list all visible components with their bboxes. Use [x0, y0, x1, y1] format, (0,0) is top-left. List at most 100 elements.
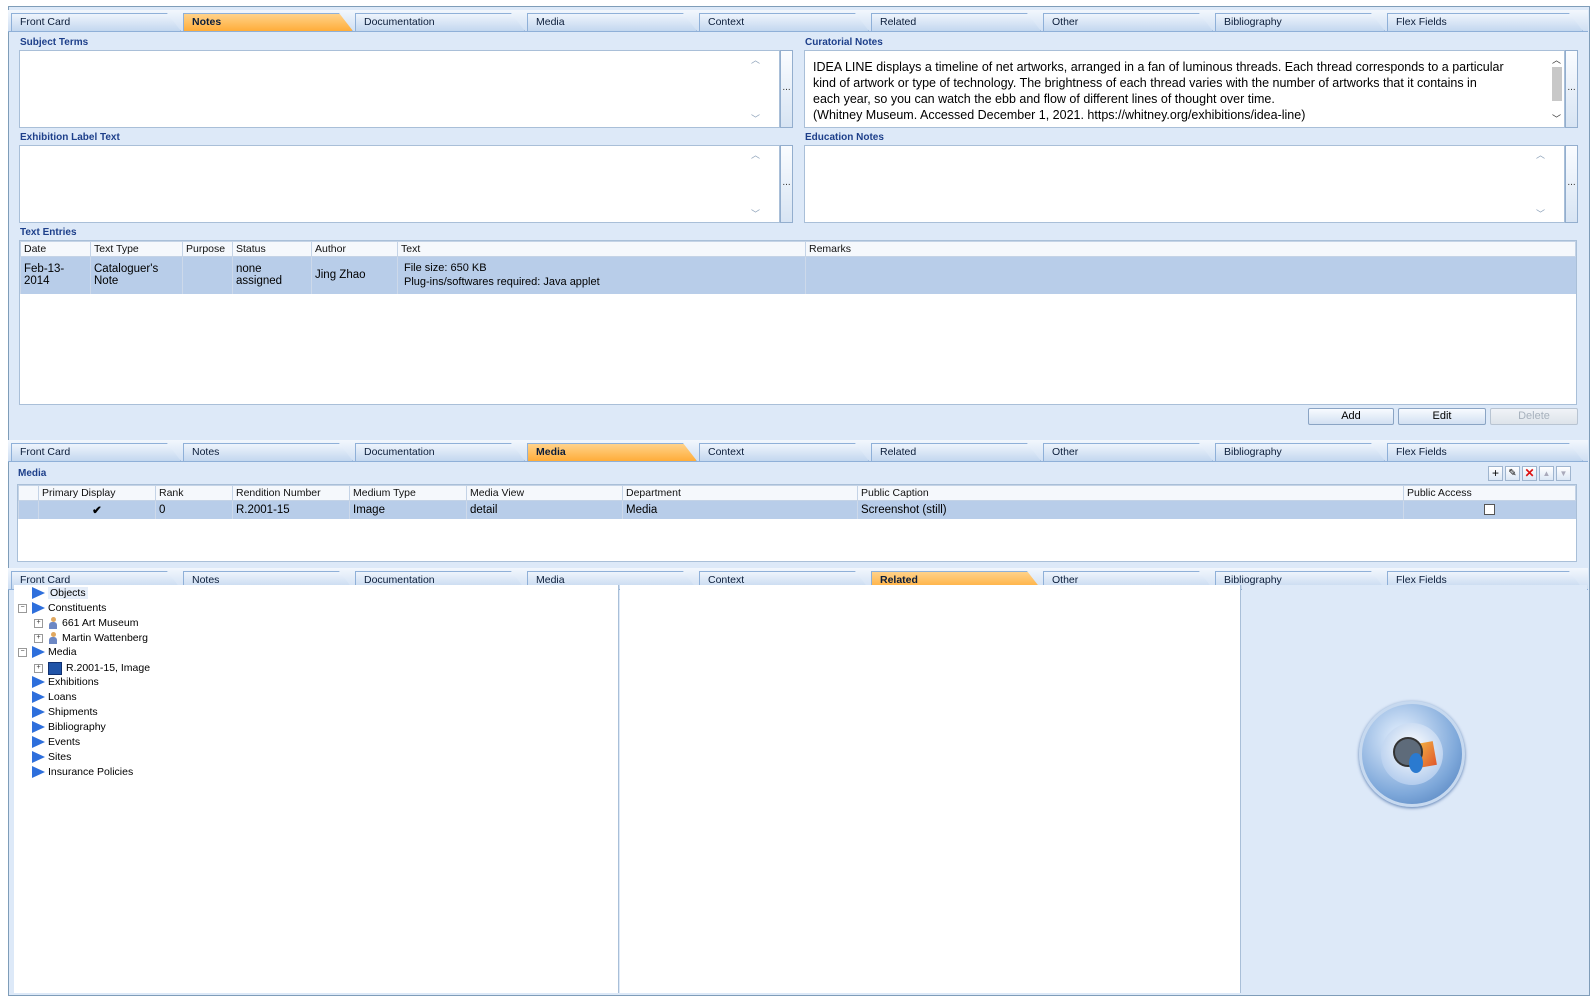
- tree-item-constituents[interactable]: − Constituents: [18, 601, 106, 615]
- tree-item-label: Events: [48, 736, 81, 748]
- tree-item-insurance-policies[interactable]: Insurance Policies: [32, 765, 133, 779]
- cell-rank: 0: [155, 500, 233, 519]
- curatorial-notes-scrollbar[interactable]: ︿ ﹀: [1550, 51, 1564, 127]
- cell-remarks: [805, 256, 1576, 294]
- column-header-public-access[interactable]: Public Access: [1403, 485, 1576, 501]
- tab-media[interactable]: Media: [527, 13, 697, 31]
- expand-icon[interactable]: +: [34, 633, 43, 643]
- column-header-rank[interactable]: Rank: [155, 485, 233, 501]
- flag-icon: [32, 736, 45, 749]
- edit-media-icon[interactable]: ✎: [1505, 466, 1520, 481]
- tab-media[interactable]: Media: [527, 443, 697, 461]
- scroll-down-icon[interactable]: ﹀: [751, 207, 760, 220]
- scroll-thumb[interactable]: [1552, 67, 1562, 101]
- tab-notes[interactable]: Notes: [183, 13, 353, 31]
- text-entries-grid: Date Text Type Purpose Status Author Tex…: [19, 240, 1577, 405]
- column-header-date[interactable]: Date: [20, 241, 91, 257]
- column-header-text-type[interactable]: Text Type: [90, 241, 183, 257]
- scroll-up-icon[interactable]: ︿: [1552, 53, 1561, 66]
- tree-item-loans[interactable]: Loans: [32, 690, 77, 704]
- tree-item-martin-wattenberg[interactable]: + Martin Wattenberg: [34, 631, 148, 645]
- tab-bibliography[interactable]: Bibliography: [1215, 443, 1385, 461]
- subject-terms-field[interactable]: ︿ ﹀: [19, 50, 780, 128]
- column-header-rendition-number[interactable]: Rendition Number: [232, 485, 350, 501]
- cell-rendition-number: R.2001-15: [232, 500, 350, 519]
- expand-icon[interactable]: +: [34, 618, 43, 628]
- column-header-medium-type[interactable]: Medium Type: [349, 485, 467, 501]
- education-notes-ellipsis-button[interactable]: ...: [1565, 145, 1578, 223]
- column-header-purpose[interactable]: Purpose: [182, 241, 233, 257]
- tab-notes[interactable]: Notes: [183, 443, 353, 461]
- edit-button[interactable]: Edit: [1398, 408, 1486, 425]
- curatorial-notes-ellipsis-button[interactable]: ...: [1565, 50, 1578, 128]
- tab-flex-fields[interactable]: Flex Fields: [1387, 443, 1583, 461]
- table-row[interactable]: Feb-13-2014 Cataloguer's Note none assig…: [20, 256, 1576, 294]
- add-media-icon[interactable]: +: [1488, 466, 1503, 481]
- scroll-down-icon[interactable]: ﹀: [1552, 112, 1561, 125]
- tree-item-media[interactable]: − Media: [18, 645, 77, 659]
- add-button[interactable]: Add: [1308, 408, 1394, 425]
- tree-item-sites[interactable]: Sites: [32, 750, 71, 764]
- collapse-icon[interactable]: −: [18, 603, 27, 613]
- tab-other[interactable]: Other: [1043, 443, 1213, 461]
- tab-documentation[interactable]: Documentation: [355, 13, 525, 31]
- education-notes-field[interactable]: ︿ ﹀: [804, 145, 1565, 223]
- tab-flex-fields[interactable]: Flex Fields: [1387, 13, 1583, 31]
- scroll-down-icon[interactable]: ﹀: [751, 112, 760, 125]
- flag-icon: [32, 587, 45, 600]
- subject-terms-ellipsis-button[interactable]: ...: [780, 50, 793, 128]
- column-header-public-caption[interactable]: Public Caption: [857, 485, 1404, 501]
- tree-item-661-art-museum[interactable]: +661 Art Museum: [34, 616, 138, 630]
- tree-item-label: Loans: [48, 691, 77, 703]
- subject-terms-scrollbar[interactable]: ︿ ﹀: [749, 51, 763, 127]
- tab-related[interactable]: Related: [871, 443, 1041, 461]
- tab-related[interactable]: Related: [871, 13, 1041, 31]
- exhibition-label-ellipsis-button[interactable]: ...: [780, 145, 793, 223]
- expand-icon[interactable]: +: [34, 663, 43, 673]
- tree-item-shipments[interactable]: Shipments: [32, 705, 98, 719]
- primary-display-checkbox[interactable]: ✔: [38, 500, 156, 519]
- flag-icon: [32, 766, 45, 779]
- scroll-down-icon[interactable]: ﹀: [1536, 207, 1545, 220]
- table-row[interactable]: ✔ 0 R.2001-15 Image detail Media Screens…: [18, 500, 1576, 519]
- education-notes-scrollbar[interactable]: ︿ ﹀: [1534, 146, 1548, 222]
- tree-item-label: Sites: [48, 751, 72, 763]
- column-header-author[interactable]: Author: [311, 241, 398, 257]
- curatorial-notes-field[interactable]: IDEA LINE displays a timeline of net art…: [804, 50, 1565, 128]
- column-header-media-view[interactable]: Media View: [466, 485, 623, 501]
- scroll-up-icon[interactable]: ︿: [751, 148, 760, 161]
- public-access-checkbox[interactable]: [1484, 504, 1496, 516]
- tree-item-r2001-15-image[interactable]: + R.2001-15, Image: [34, 661, 150, 675]
- tab-front-card[interactable]: Front Card: [11, 13, 181, 31]
- tree-item-label: Exhibitions: [48, 676, 99, 688]
- exhibition-label-scrollbar[interactable]: ︿ ﹀: [749, 146, 763, 222]
- flag-icon: [32, 602, 45, 615]
- tab-other[interactable]: Other: [1043, 13, 1213, 31]
- tree-item-objects[interactable]: Objects: [32, 586, 88, 600]
- tab-front-card[interactable]: Front Card: [11, 443, 181, 461]
- column-header-primary-display[interactable]: Primary Display: [38, 485, 156, 501]
- image-icon: [48, 661, 62, 675]
- public-access-cell: [1403, 500, 1576, 519]
- tree-item-bibliography[interactable]: Bibliography: [32, 720, 106, 734]
- tab-context[interactable]: Context: [699, 13, 869, 31]
- row-selector[interactable]: [18, 500, 39, 519]
- tab-bibliography[interactable]: Bibliography: [1215, 13, 1385, 31]
- delete-media-icon[interactable]: ✕: [1522, 466, 1537, 481]
- column-header-text[interactable]: Text: [397, 241, 806, 257]
- tab-context[interactable]: Context: [699, 443, 869, 461]
- exhibition-label-text-field[interactable]: ︿ ﹀: [19, 145, 780, 223]
- column-header-department[interactable]: Department: [622, 485, 858, 501]
- tab-documentation[interactable]: Documentation: [355, 443, 525, 461]
- tree-item-events[interactable]: Events: [32, 735, 80, 749]
- column-header-status[interactable]: Status: [232, 241, 312, 257]
- column-header-remarks[interactable]: Remarks: [805, 241, 1576, 257]
- collapse-icon[interactable]: −: [18, 647, 27, 657]
- scroll-up-icon[interactable]: ︿: [1536, 148, 1545, 161]
- delete-button[interactable]: Delete: [1490, 408, 1578, 425]
- tree-item-exhibitions[interactable]: Exhibitions: [32, 675, 99, 689]
- move-up-icon[interactable]: ▲: [1539, 466, 1554, 481]
- move-down-icon[interactable]: ▼: [1556, 466, 1571, 481]
- scroll-up-icon[interactable]: ︿: [751, 53, 760, 66]
- flag-icon: [32, 721, 45, 734]
